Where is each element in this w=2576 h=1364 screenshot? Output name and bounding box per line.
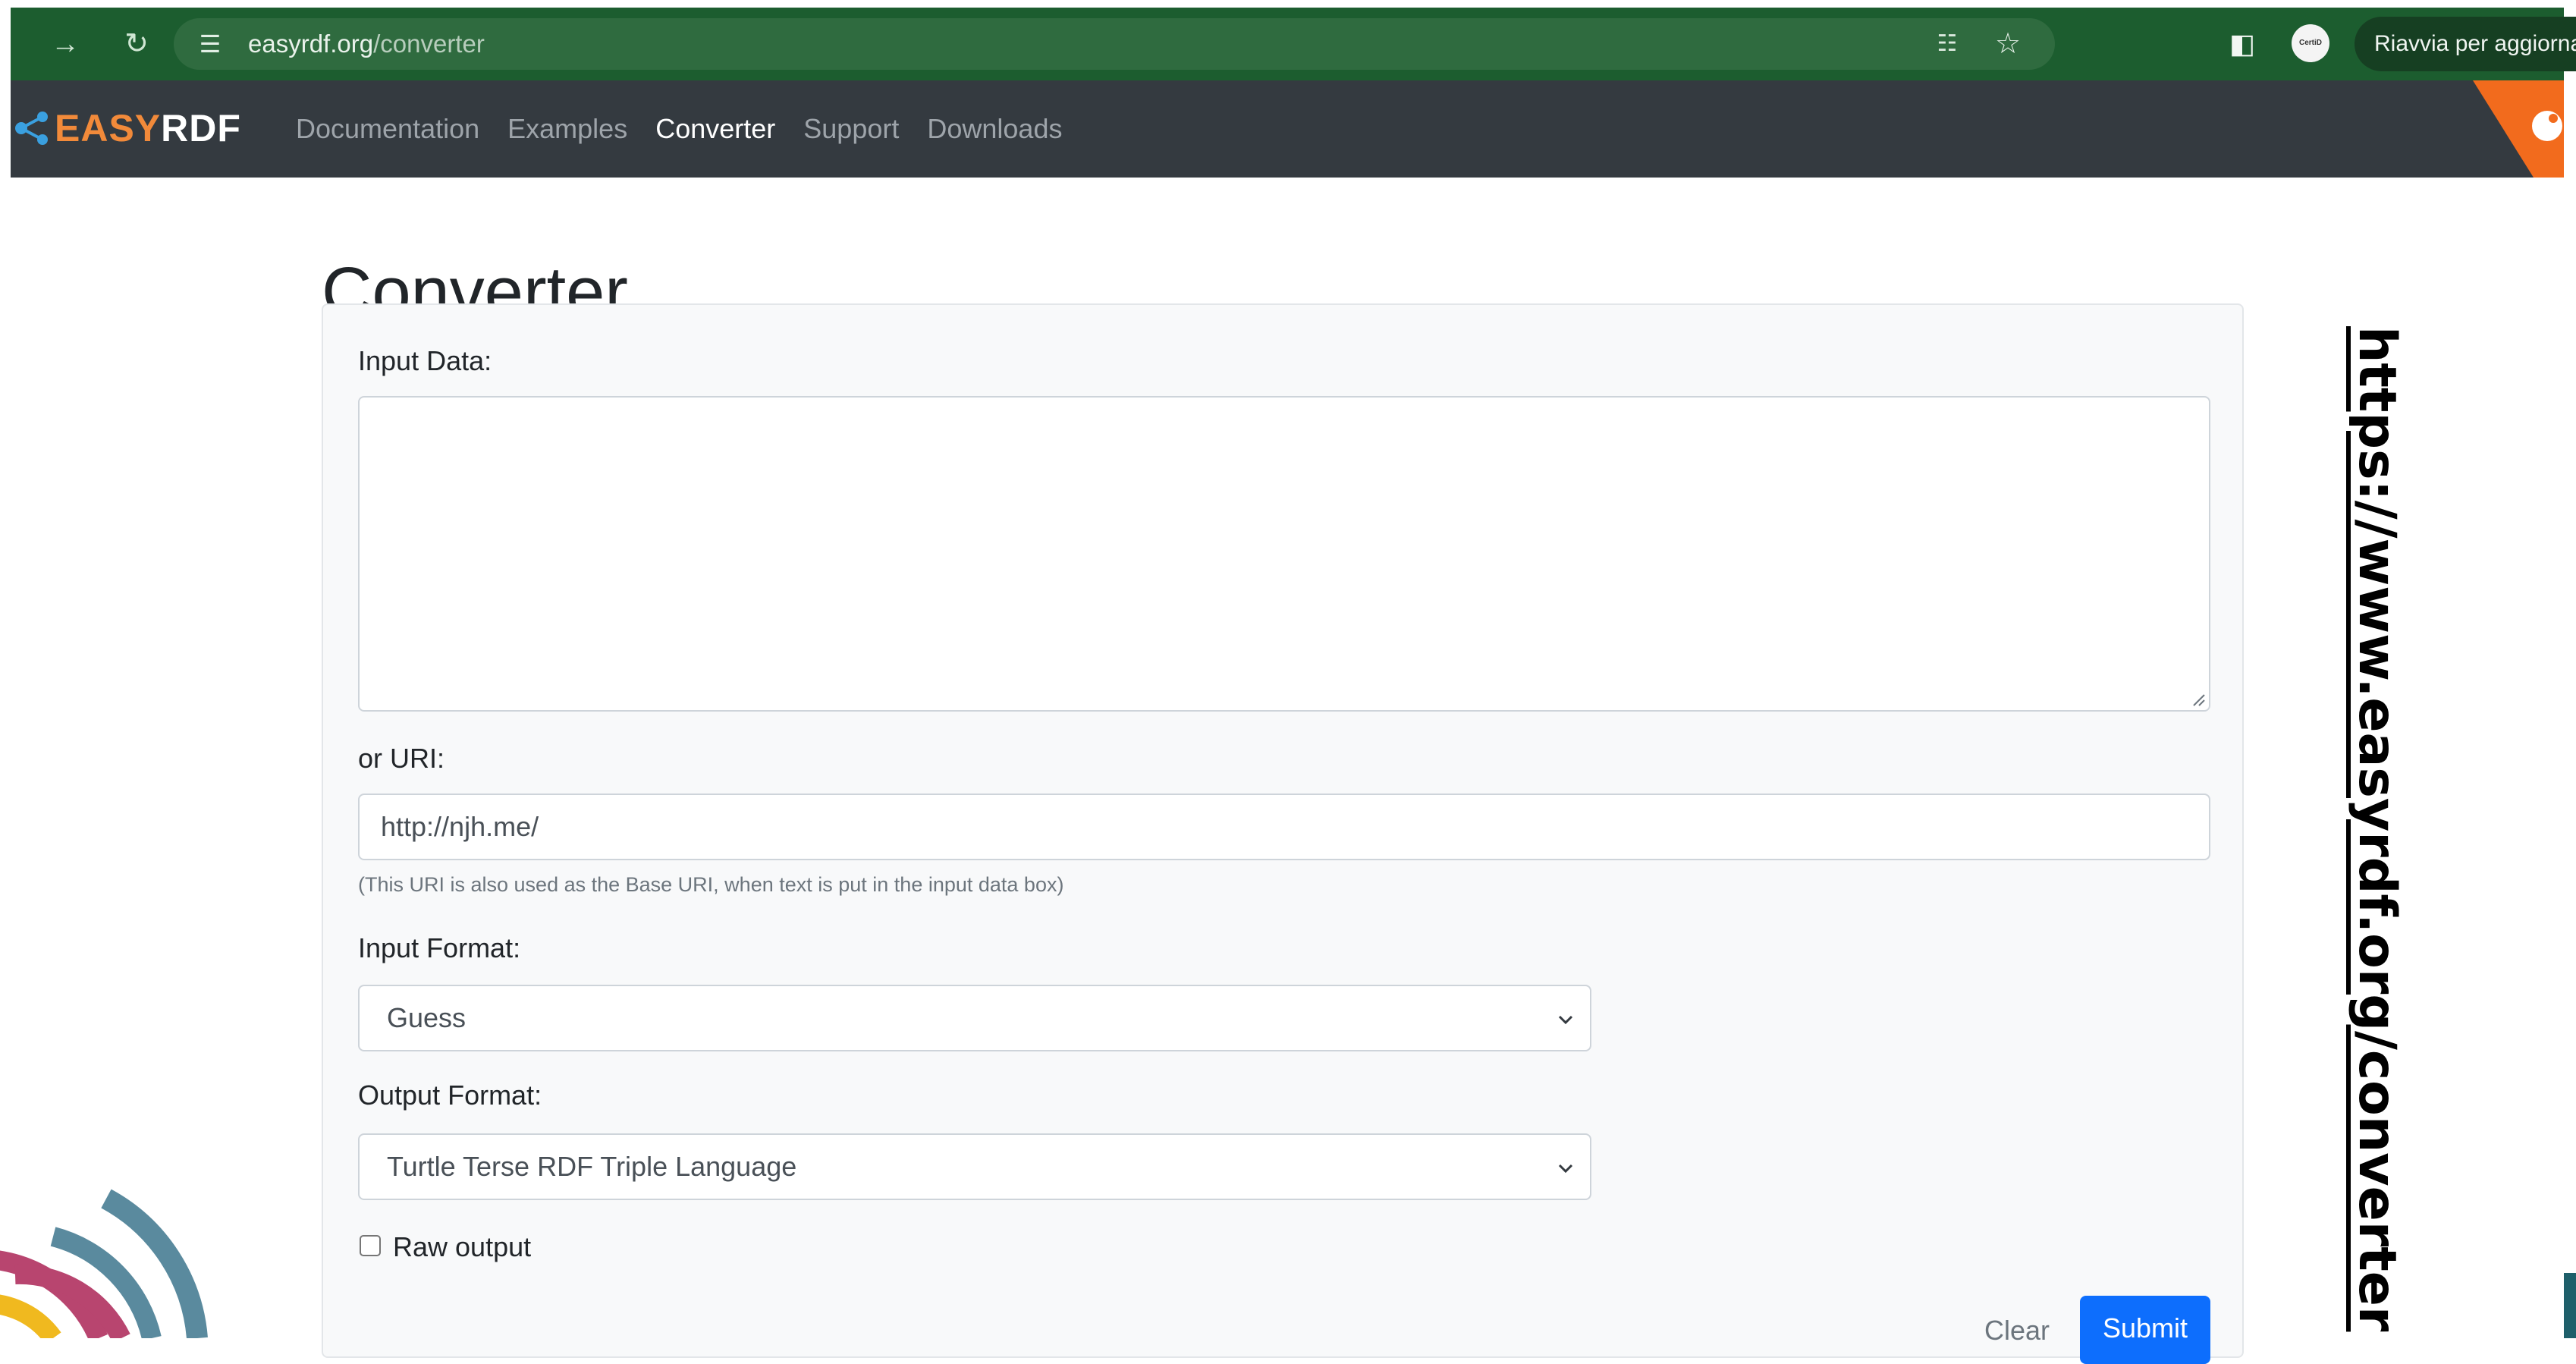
chevron-down-icon xyxy=(1558,1015,1573,1025)
corner-tab xyxy=(2564,1273,2576,1338)
decorative-arcs xyxy=(0,1189,208,1338)
brand-logo[interactable]: EASY RDF xyxy=(14,103,241,153)
uri-hint: (This URI is also used as the Base URI, … xyxy=(358,873,1064,896)
translate-icon[interactable]: ☷ xyxy=(1929,26,1965,62)
nav-links: Documentation Examples Converter Support… xyxy=(296,111,1090,147)
raw-output-checkbox[interactable] xyxy=(360,1235,381,1256)
input-format-label: Input Format: xyxy=(358,932,521,963)
brand-easy: EASY xyxy=(55,107,162,149)
tune-icon[interactable]: ☰ xyxy=(193,27,227,61)
restart-to-update-button[interactable]: Riavvia per aggiornare xyxy=(2355,17,2576,71)
nav-link-examples[interactable]: Examples xyxy=(507,111,627,147)
address-url[interactable]: easyrdf.org/converter xyxy=(248,29,485,59)
input-format-select[interactable]: Guess xyxy=(358,985,1591,1051)
converter-url-caption: https://www.easyrdf.org/converter xyxy=(2347,326,2407,1332)
url-domain: easyrdf.org xyxy=(248,30,374,58)
nav-link-converter[interactable]: Converter xyxy=(655,111,775,147)
fork-ribbon-icon[interactable] xyxy=(2450,80,2564,178)
address-bar[interactable]: ☰ easyrdf.org/converter ☷ ☆ xyxy=(174,18,2055,70)
nav-link-downloads[interactable]: Downloads xyxy=(927,111,1062,147)
uri-input[interactable]: http://njh.me/ xyxy=(358,794,2210,860)
nav-link-support[interactable]: Support xyxy=(803,111,899,147)
logo-graph-icon xyxy=(15,112,48,145)
chevron-down-icon xyxy=(1558,1164,1573,1174)
raw-output-label[interactable]: Raw output xyxy=(393,1230,531,1264)
site-navbar: EASY RDF Documentation Examples Converter… xyxy=(11,80,2564,178)
nav-link-documentation[interactable]: Documentation xyxy=(296,111,479,147)
input-data-label: Input Data: xyxy=(358,345,492,376)
submit-button[interactable]: Submit xyxy=(2080,1296,2210,1364)
input-data-textarea[interactable] xyxy=(358,396,2210,712)
reload-icon[interactable]: ↻ xyxy=(114,21,159,67)
output-format-value: Turtle Terse RDF Triple Language xyxy=(387,1151,797,1182)
input-format-value: Guess xyxy=(387,1002,467,1033)
output-format-label: Output Format: xyxy=(358,1080,542,1111)
star-icon[interactable]: ☆ xyxy=(1990,26,2026,62)
side-panel-icon[interactable]: ◧ xyxy=(2226,27,2259,61)
clear-button[interactable]: Clear xyxy=(1975,1305,2059,1356)
url-path: /converter xyxy=(373,30,485,58)
output-format-select[interactable]: Turtle Terse RDF Triple Language xyxy=(358,1133,1591,1200)
uri-label: or URI: xyxy=(358,743,445,774)
brand-rdf: RDF xyxy=(161,107,241,149)
profile-avatar[interactable]: CertiD xyxy=(2292,24,2329,62)
resize-grip-icon[interactable] xyxy=(2191,692,2206,707)
converter-form: Input Data: or URI: http://njh.me/ (This… xyxy=(322,303,2244,1364)
browser-toolbar: → ↻ ☰ easyrdf.org/converter ☷ ☆ ◧ CertiD… xyxy=(11,8,2576,80)
arrow-right-icon[interactable]: → xyxy=(42,21,88,67)
